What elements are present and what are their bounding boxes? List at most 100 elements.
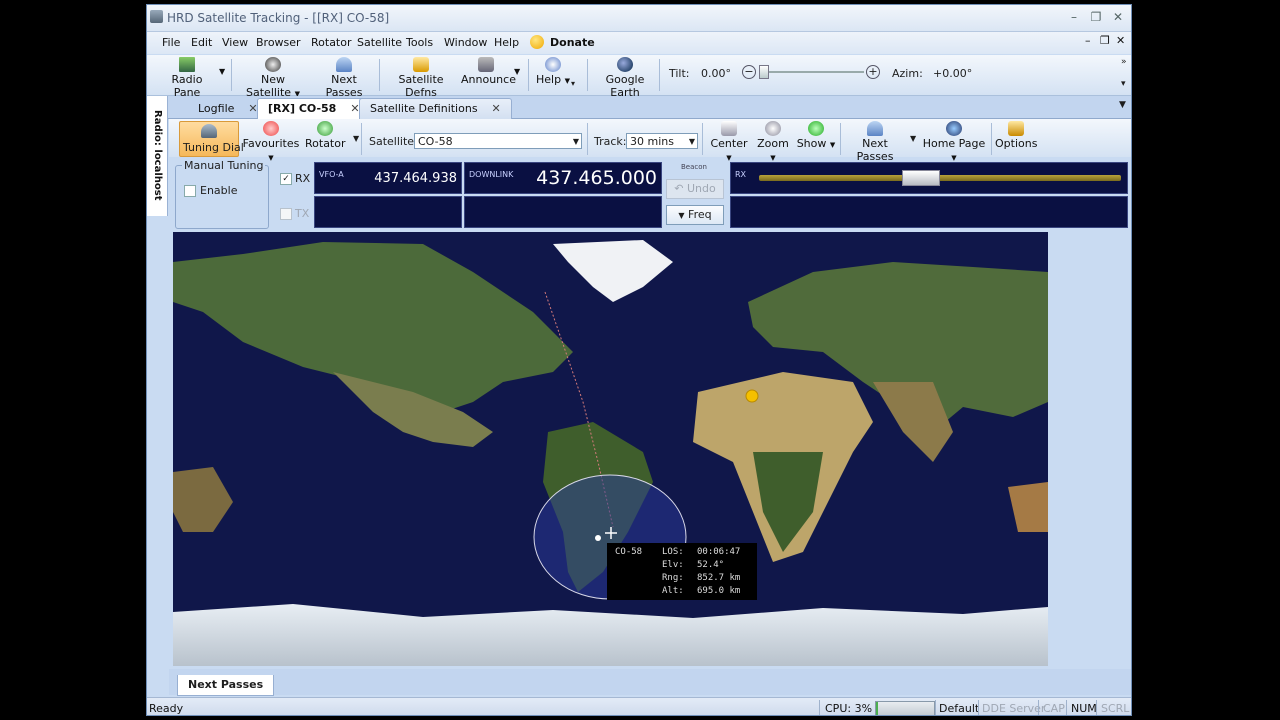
downlink-frequency: 437.465.000 bbox=[536, 167, 657, 189]
favourites-label: Favourites bbox=[242, 137, 300, 150]
status-cap: CAP bbox=[1043, 702, 1065, 715]
menu-bar: File Edit View Browser Rotator Satellite… bbox=[147, 32, 1131, 54]
tilt-slider-thumb[interactable] bbox=[759, 65, 769, 79]
favourites-button[interactable]: Favourites ▼ bbox=[241, 121, 301, 163]
freq-button[interactable]: ▼ Freq bbox=[666, 205, 724, 225]
rx-label: RX bbox=[295, 172, 311, 185]
donate-menu[interactable]: Donate bbox=[550, 36, 595, 49]
satellite-toolbar: Tuning Dial Favourites ▼ Rotator ▼ Satel… bbox=[169, 119, 1131, 163]
status-theme[interactable]: Default bbox=[939, 702, 979, 715]
vfo-a-label: VFO-A bbox=[319, 170, 344, 179]
home-page-button[interactable]: Home Page ▼ bbox=[921, 121, 987, 163]
satellite-select-value: CO-58 bbox=[418, 135, 453, 148]
zoom-button[interactable]: Zoom ▼ bbox=[753, 121, 793, 163]
manual-tuning-group: Manual Tuning Enable bbox=[175, 159, 269, 229]
undo-button[interactable]: ↶ Undo bbox=[666, 179, 724, 199]
rx-meter-label: RX bbox=[735, 170, 747, 179]
cpu-meter-fill bbox=[876, 702, 878, 715]
toolbar-options-icon[interactable]: ▾ bbox=[1121, 79, 1126, 89]
side-dock-label[interactable]: Radio: localhost bbox=[152, 110, 163, 201]
toolbar-separator bbox=[840, 123, 841, 155]
tooltip-rng-value: 852.7 km bbox=[697, 573, 741, 583]
satellite-defns-button[interactable]: Satellite Defns bbox=[387, 57, 455, 99]
help-button[interactable]: Help ▼ bbox=[535, 57, 571, 86]
tooltip-satellite: CO-58 bbox=[615, 547, 643, 557]
help-label: Help bbox=[536, 73, 562, 86]
satellite-select[interactable]: CO-58 ▼ bbox=[414, 133, 582, 149]
enable-checkbox[interactable] bbox=[184, 185, 196, 197]
bottom-tab-strip: Next Passes bbox=[169, 669, 1131, 696]
tab-satellite-definitions[interactable]: Satellite Definitions ✕ bbox=[359, 98, 512, 119]
next-passes-toolbar-label: Next Passes bbox=[856, 137, 894, 163]
options-button[interactable]: Options bbox=[995, 121, 1037, 150]
announce-dropdown-icon[interactable]: ▼ bbox=[514, 67, 520, 76]
center-button[interactable]: Center ▼ bbox=[707, 121, 751, 163]
tab-next-passes[interactable]: Next Passes bbox=[177, 675, 275, 696]
tab-rx-co58[interactable]: [RX] CO-58 ✕ bbox=[257, 98, 371, 119]
vfo-a-display[interactable]: VFO-A 437.464.938 bbox=[314, 162, 462, 194]
radio-pane-dropdown-icon[interactable]: ▼ bbox=[219, 67, 225, 76]
magnifier-icon bbox=[765, 121, 781, 136]
tuning-dial-button[interactable]: Tuning Dial bbox=[179, 121, 244, 157]
rotator-button[interactable]: Rotator bbox=[305, 121, 346, 150]
google-earth-button[interactable]: Google Earth bbox=[594, 57, 656, 99]
google-earth-icon bbox=[617, 57, 633, 72]
zoom-out-icon[interactable]: − bbox=[742, 65, 756, 79]
menu-satellite[interactable]: Satellite bbox=[357, 36, 402, 49]
toolbar-overflow-icon[interactable]: ▾ bbox=[571, 79, 575, 88]
zoom-in-icon[interactable]: + bbox=[866, 65, 880, 79]
next-passes-button[interactable]: Next Passes bbox=[314, 57, 374, 99]
menu-file[interactable]: File bbox=[162, 36, 180, 49]
cpu-meter bbox=[875, 701, 935, 715]
downlink-display[interactable]: DOWNLINK 437.465.000 bbox=[464, 162, 662, 194]
menu-browser[interactable]: Browser bbox=[256, 36, 301, 49]
beacon-label: Beacon bbox=[681, 163, 707, 171]
menu-rotator[interactable]: Rotator bbox=[311, 36, 352, 49]
tab-list-dropdown-icon[interactable]: ▼ bbox=[1119, 100, 1126, 110]
next-passes-dropdown-icon[interactable]: ▼ bbox=[910, 134, 916, 143]
tilt-slider[interactable] bbox=[760, 71, 864, 73]
rx-checkbox[interactable]: ✓ bbox=[280, 173, 292, 185]
satellite-label: Satellite: bbox=[369, 135, 418, 148]
help-icon bbox=[545, 57, 561, 72]
menu-window[interactable]: Window bbox=[444, 36, 487, 49]
tuning-dial-icon bbox=[201, 124, 217, 138]
home-page-label: Home Page bbox=[922, 137, 986, 150]
status-separator bbox=[935, 700, 936, 715]
new-satellite-button[interactable]: New Satellite ▼ bbox=[238, 57, 308, 99]
toolbar-chevron-icon[interactable]: » bbox=[1121, 57, 1127, 67]
mdi-restore-icon[interactable]: ❐ bbox=[1100, 34, 1110, 47]
donate-smiley-icon bbox=[530, 35, 544, 49]
tx-meter-panel bbox=[730, 196, 1128, 228]
restore-icon[interactable]: ❐ bbox=[1087, 9, 1105, 25]
chevron-down-icon: ▼ bbox=[688, 137, 695, 146]
tuning-dial-label: Tuning Dial bbox=[183, 141, 244, 154]
menu-edit[interactable]: Edit bbox=[191, 36, 212, 49]
radio-pane-button[interactable]: Radio Pane bbox=[159, 57, 215, 99]
tooltip-elv-label: Elv: bbox=[662, 560, 684, 570]
rx-meter-thumb[interactable] bbox=[902, 170, 941, 186]
mdi-minimize-icon[interactable]: – bbox=[1085, 34, 1091, 47]
mdi-close-icon[interactable]: ✕ bbox=[1116, 34, 1125, 47]
tab-label: Satellite Definitions bbox=[370, 102, 478, 115]
announce-button[interactable]: Announce bbox=[461, 57, 516, 86]
tx-checkbox[interactable] bbox=[280, 208, 292, 220]
status-separator bbox=[1066, 700, 1067, 715]
status-separator bbox=[978, 700, 979, 715]
rotator-dropdown-icon[interactable]: ▼ bbox=[353, 134, 359, 143]
rx-meter-panel: RX bbox=[730, 162, 1128, 194]
tooltip-alt-value: 695.0 km bbox=[697, 586, 741, 596]
menu-tools[interactable]: Tools bbox=[406, 36, 433, 49]
undo-label: Undo bbox=[686, 182, 716, 195]
world-map[interactable]: CO-58 LOS: 00:06:47 Elv: 52.4° Rng: 852.… bbox=[173, 232, 1048, 666]
minimize-icon[interactable]: – bbox=[1065, 9, 1083, 25]
close-icon[interactable]: ✕ bbox=[1109, 9, 1127, 25]
track-select[interactable]: 30 mins ▼ bbox=[626, 133, 698, 149]
close-icon[interactable]: ✕ bbox=[492, 102, 501, 115]
tab-label: [RX] CO-58 bbox=[268, 102, 337, 115]
menu-help[interactable]: Help bbox=[494, 36, 519, 49]
menu-view[interactable]: View bbox=[222, 36, 248, 49]
show-button[interactable]: Show ▼ bbox=[796, 121, 836, 150]
home-location-icon[interactable] bbox=[595, 535, 601, 541]
next-passes-toolbar-button[interactable]: Next Passes bbox=[845, 121, 905, 163]
